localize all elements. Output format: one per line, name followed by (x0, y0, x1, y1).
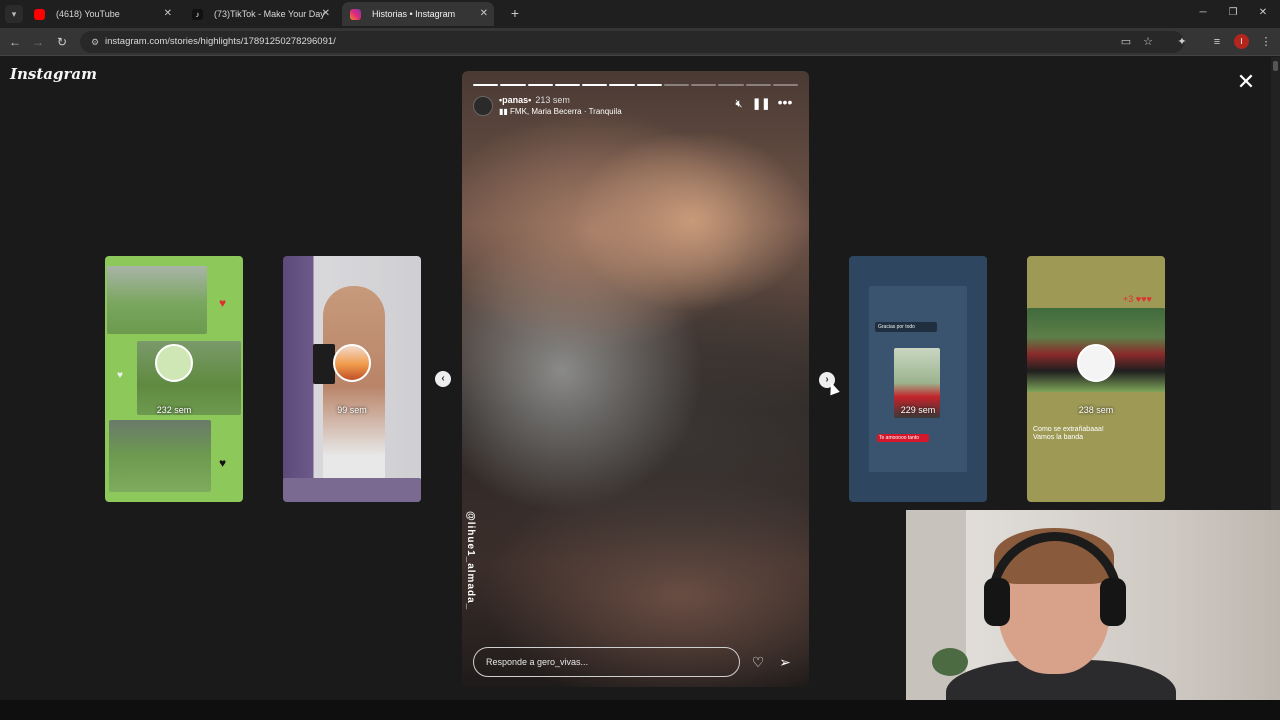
mention-sticker[interactable]: @lihue1_almada_ (462, 511, 476, 610)
story-viewer[interactable]: •panas• 213 sem ▮▮ FMK, Maria Becerra · T… (462, 71, 809, 687)
media-controls-icon[interactable]: ≡ (1208, 33, 1226, 51)
preview-text: Gracias por todo (875, 322, 937, 332)
address-bar[interactable]: ⚙ instagram.com/stories/highlights/17891… (80, 31, 1184, 53)
preview-text-line: Vamos la banda (1033, 434, 1084, 441)
preview-time: 99 sem (337, 405, 367, 415)
menu-icon[interactable]: ⋮ (1257, 33, 1275, 51)
music-text: FMK, Maria Becerra · Tranquila (510, 107, 622, 116)
reply-input[interactable]: Responde a gero_vivas... (473, 647, 740, 677)
close-icon[interactable]: ✕ (1235, 71, 1257, 93)
music-icon: ▮▮ (499, 107, 508, 116)
progress-segment (527, 84, 553, 86)
preview-avatar (155, 344, 193, 382)
mute-icon[interactable]: 🔇︎ (731, 96, 747, 112)
tab-search-icon[interactable]: ▾ (5, 5, 23, 23)
tab-title: Historias • Instagram (372, 9, 456, 19)
heart-sticker-icon: ♥ (219, 296, 227, 310)
progress-segment (500, 84, 526, 86)
tab-instagram[interactable]: Historias • Instagram ✕ (342, 2, 494, 26)
preview-photo (323, 286, 385, 486)
progress-segment (554, 84, 580, 86)
install-app-icon[interactable]: ▭ (1117, 33, 1135, 51)
story-music[interactable]: ▮▮ FMK, Maria Becerra · Tranquila (499, 107, 622, 116)
instagram-logo[interactable]: Instagram (10, 65, 97, 83)
instagram-icon (350, 9, 361, 20)
mouse-cursor (826, 380, 840, 396)
scrollbar-thumb[interactable] (1273, 61, 1278, 71)
story-preview-4[interactable]: +3 ♥♥♥ 238 sem Como se extrañabaaa! Vamo… (1027, 256, 1165, 502)
progress-segment (609, 84, 635, 86)
preview-text: Te amooooo tanto (877, 434, 929, 442)
reload-icon[interactable]: ↻ (53, 33, 71, 51)
webcam-overlay (906, 510, 1280, 720)
close-tab-icon[interactable]: ✕ (322, 2, 330, 26)
minimize-button[interactable]: ─ (1188, 4, 1218, 22)
profile-avatar[interactable]: I (1234, 34, 1249, 49)
progress-segment (636, 84, 662, 86)
preview-photo (107, 266, 207, 334)
tab-strip: ▾ (4618) YouTube ✕ ♪ (73)TikTok - Make Y… (0, 0, 1280, 28)
progress-segment (718, 84, 744, 86)
preview-photo (283, 478, 421, 502)
forward-icon[interactable]: → (29, 33, 47, 51)
heart-sticker-icon: +3 ♥♥♥ (1123, 294, 1152, 304)
youtube-icon (34, 9, 45, 20)
previous-story-button[interactable]: ‹ (435, 371, 451, 387)
mention-text: @lihue1_almada_ (465, 511, 476, 611)
bottom-bar (0, 700, 1280, 720)
tab-title: (73)TikTok - Make Your Day (214, 9, 325, 19)
new-tab-button[interactable]: + (506, 4, 524, 22)
progress-segment (745, 84, 771, 86)
tiktok-icon: ♪ (192, 9, 203, 20)
browser-toolbar: ← → ↻ ⚙ instagram.com/stories/highlights… (0, 28, 1280, 56)
progress-segment (473, 84, 499, 86)
bookmark-star-icon[interactable]: ☆ (1139, 33, 1157, 51)
url-text: instagram.com/stories/highlights/1789125… (105, 36, 336, 47)
story-preview-1[interactable]: ♥ ♥ ♥ 232 sem (105, 256, 243, 502)
story-time: 213 sem (535, 95, 570, 105)
preview-avatar (333, 344, 371, 382)
extensions-icon[interactable]: ✦ (1173, 33, 1191, 51)
username-text: •panas• (499, 95, 532, 105)
heart-sticker-icon: ♥ (117, 370, 123, 381)
progress-segment (663, 84, 689, 86)
close-window-button[interactable]: ✕ (1248, 4, 1278, 22)
send-icon[interactable]: ➢ (775, 652, 795, 672)
story-preview-3[interactable]: Gracias por todo Te amooooo tanto 229 se… (849, 256, 987, 502)
heart-icon[interactable]: ♡ (748, 652, 768, 672)
heart-sticker-icon: ♥ (219, 456, 227, 470)
close-tab-icon[interactable]: ✕ (164, 2, 172, 26)
phone-shape (313, 344, 335, 384)
back-icon[interactable]: ← (6, 33, 24, 51)
preview-text: Como se extrañabaaa! Vamos la banda (1033, 426, 1159, 442)
progress-segment (691, 84, 717, 86)
preview-time: 232 sem (156, 405, 192, 415)
preview-avatar (1077, 344, 1115, 382)
pause-icon[interactable]: ❚❚ (752, 96, 770, 112)
story-header: •panas• 213 sem ▮▮ FMK, Maria Becerra · T… (473, 93, 798, 121)
progress-segment (582, 84, 608, 86)
preview-photo (109, 420, 211, 492)
headset-cup (984, 578, 1010, 626)
more-icon[interactable]: ••• (777, 95, 793, 112)
preview-time: 229 sem (900, 405, 936, 415)
webcam-plant (932, 648, 968, 676)
preview-time: 238 sem (1078, 405, 1114, 415)
story-preview-2[interactable]: 99 sem (283, 256, 421, 502)
preview-text-line: Como se extrañabaaa! (1033, 426, 1104, 433)
story-progress-bar (473, 84, 798, 86)
headset-cup (1100, 578, 1126, 626)
story-username[interactable]: •panas• 213 sem (499, 95, 570, 105)
story-avatar[interactable] (473, 96, 493, 116)
restore-button[interactable]: ❐ (1218, 4, 1248, 22)
tab-youtube[interactable]: (4618) YouTube ✕ (26, 2, 178, 26)
progress-segment (772, 84, 798, 86)
site-info-icon[interactable]: ⚙ (88, 35, 102, 49)
tab-tiktok[interactable]: ♪ (73)TikTok - Make Your Day ✕ (184, 2, 336, 26)
close-tab-icon[interactable]: ✕ (480, 2, 488, 26)
tab-title: (4618) YouTube (56, 9, 120, 19)
